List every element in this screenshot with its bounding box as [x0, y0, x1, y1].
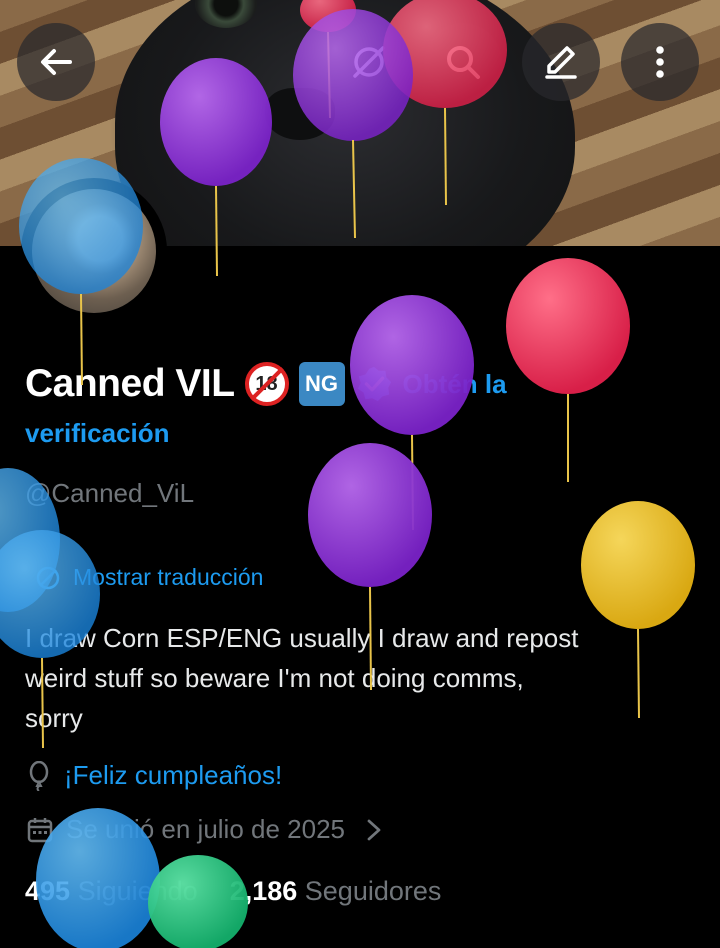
no-under-18-label: 18	[255, 372, 278, 395]
more-vertical-icon	[656, 46, 664, 78]
chevron-right-icon	[367, 819, 381, 840]
show-translation-button[interactable]: Mostrar traducción	[35, 564, 263, 591]
avatar[interactable]	[21, 178, 167, 324]
ng-emoji: NG	[298, 362, 345, 406]
grok-button[interactable]	[330, 23, 408, 101]
following-link[interactable]: 495 Siguiendo	[25, 876, 198, 907]
show-translation-label: Mostrar traducción	[73, 564, 264, 590]
grok-icon	[353, 46, 385, 78]
name-row: Canned VIL 18 NG Obtén la	[25, 362, 507, 406]
no-under-18-emoji: 18	[244, 362, 289, 406]
search-button[interactable]	[424, 23, 502, 101]
joined-row[interactable]: Se unió en julio de 2025	[26, 814, 385, 845]
verified-badge-icon[interactable]	[355, 365, 393, 403]
more-button[interactable]	[621, 23, 699, 101]
display-name: Canned VIL	[25, 362, 235, 405]
birthday-link[interactable]: ¡Feliz cumpleaños!	[64, 760, 282, 791]
balloon-purple-name	[350, 295, 474, 531]
calendar-icon	[27, 817, 53, 842]
following-label: Siguiendo	[77, 876, 198, 906]
follow-stats: 495 Siguiendo 2,186 Seguidores	[25, 876, 441, 907]
balloon-red-right	[506, 258, 630, 482]
search-icon	[447, 46, 480, 79]
followers-label: Seguidores	[304, 876, 442, 906]
edit-button[interactable]	[522, 23, 600, 101]
following-count: 495	[25, 876, 71, 906]
followers-count: 2,186	[229, 876, 298, 906]
balloon-icon	[29, 760, 49, 791]
cat-eye	[195, 0, 257, 28]
cat-nose	[265, 88, 335, 140]
translate-icon	[36, 566, 60, 589]
followers-link[interactable]: 2,186 Seguidores	[230, 876, 442, 907]
get-verified-link[interactable]: Obtén la	[403, 369, 507, 400]
birthday-row: ¡Feliz cumpleaños!	[26, 760, 282, 791]
arrow-left-icon	[41, 49, 72, 75]
username-handle: @Canned_ViL	[25, 478, 195, 508]
back-button[interactable]	[17, 23, 95, 101]
joined-date: Se unió en julio de 2025	[66, 814, 346, 844]
get-verified-link-continued[interactable]: verificación	[25, 418, 170, 449]
edit-pencil-icon	[545, 46, 577, 79]
avatar-image	[32, 189, 156, 313]
profile-bio: I draw Corn ESP/ENG usually I draw and r…	[25, 623, 579, 733]
